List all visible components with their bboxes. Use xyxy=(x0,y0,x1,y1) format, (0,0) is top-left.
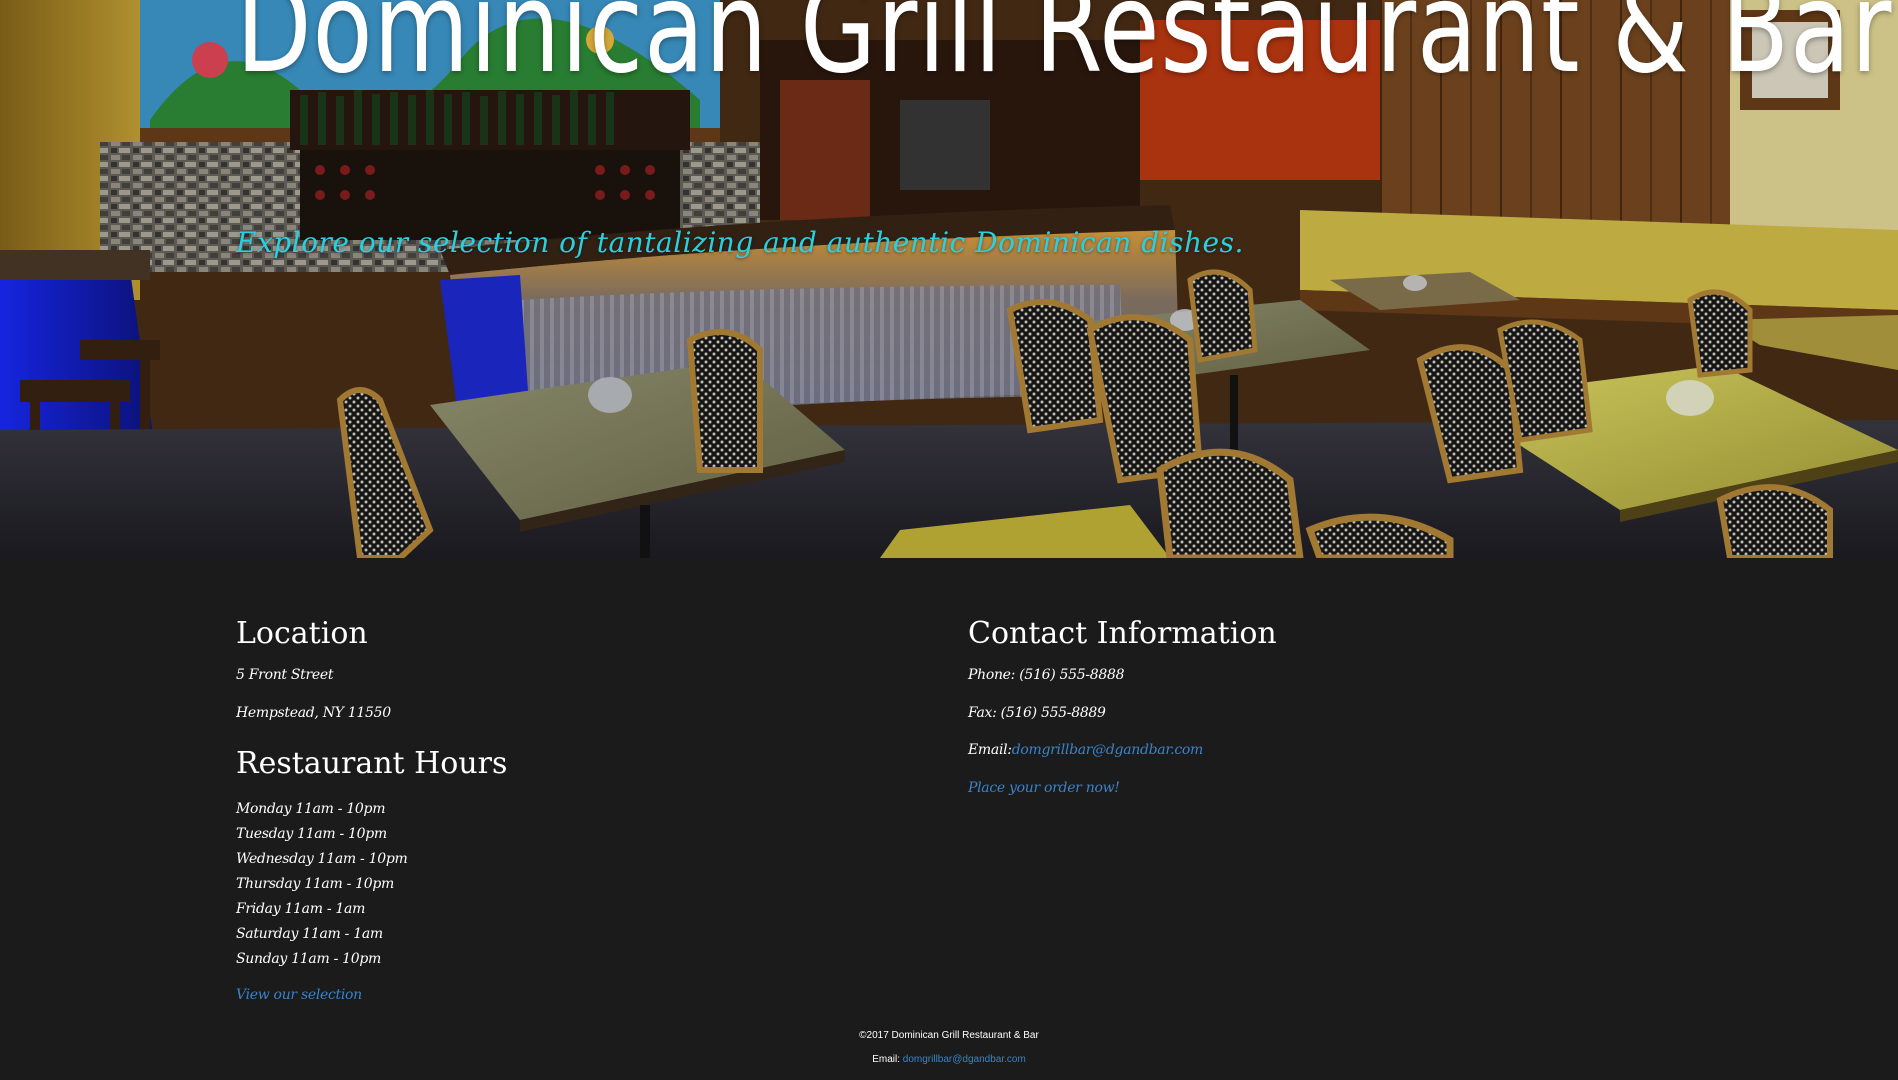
hours-thursday: Thursday 11am - 10pm xyxy=(236,876,395,892)
hours-tuesday: Tuesday 11am - 10pm xyxy=(236,826,387,842)
hero-title: Dominican Grill Restaurant & Bar xyxy=(236,0,1893,101)
address-line-2: Hempstead, NY 11550 xyxy=(236,705,391,721)
contact-column: Contact Information Phone: (516) 555-888… xyxy=(968,612,1588,796)
footer-email-link[interactable]: domgrillbar@dgandbar.com xyxy=(903,1054,1026,1065)
hours-heading: Restaurant Hours xyxy=(236,746,508,781)
hero-banner: Dominican Grill Restaurant & Bar Explore… xyxy=(0,0,1898,558)
footer-email: Email: domgrillbar@dgandbar.com xyxy=(0,1054,1898,1065)
contact-heading: Contact Information xyxy=(968,616,1277,651)
address-line-1: 5 Front Street xyxy=(236,667,334,683)
contact-email-link[interactable]: domgrillbar@dgandbar.com xyxy=(1012,742,1204,758)
hero-tagline: Explore our selection of tantalizing and… xyxy=(236,226,1244,259)
view-selection-link[interactable]: View our selection xyxy=(236,987,362,1003)
hours-list: Monday 11am - 10pm Tuesday 11am - 10pm W… xyxy=(236,797,408,972)
hours-sunday: Sunday 11am - 10pm xyxy=(236,951,382,967)
footer-copyright: ©2017 Dominican Grill Restaurant & Bar xyxy=(859,1030,1039,1041)
location-heading: Location xyxy=(236,616,368,651)
hours-friday: Friday 11am - 1am xyxy=(236,901,366,917)
hours-saturday: Saturday 11am - 1am xyxy=(236,926,383,942)
hours-wednesday: Wednesday 11am - 10pm xyxy=(236,851,408,867)
hours-monday: Monday 11am - 10pm xyxy=(236,801,386,817)
phone-number: Phone: (516) 555-8888 xyxy=(968,667,1125,683)
contact-email: Email:domgrillbar@dgandbar.com xyxy=(968,742,1203,758)
location-hours-column: Location 5 Front Street Hempstead, NY 11… xyxy=(236,612,856,1003)
place-order-link[interactable]: Place your order now! xyxy=(968,780,1120,796)
fax-number: Fax: (516) 555-8889 xyxy=(968,705,1106,721)
footer-email-label: Email: xyxy=(872,1054,900,1065)
email-label: Email: xyxy=(968,742,1012,758)
